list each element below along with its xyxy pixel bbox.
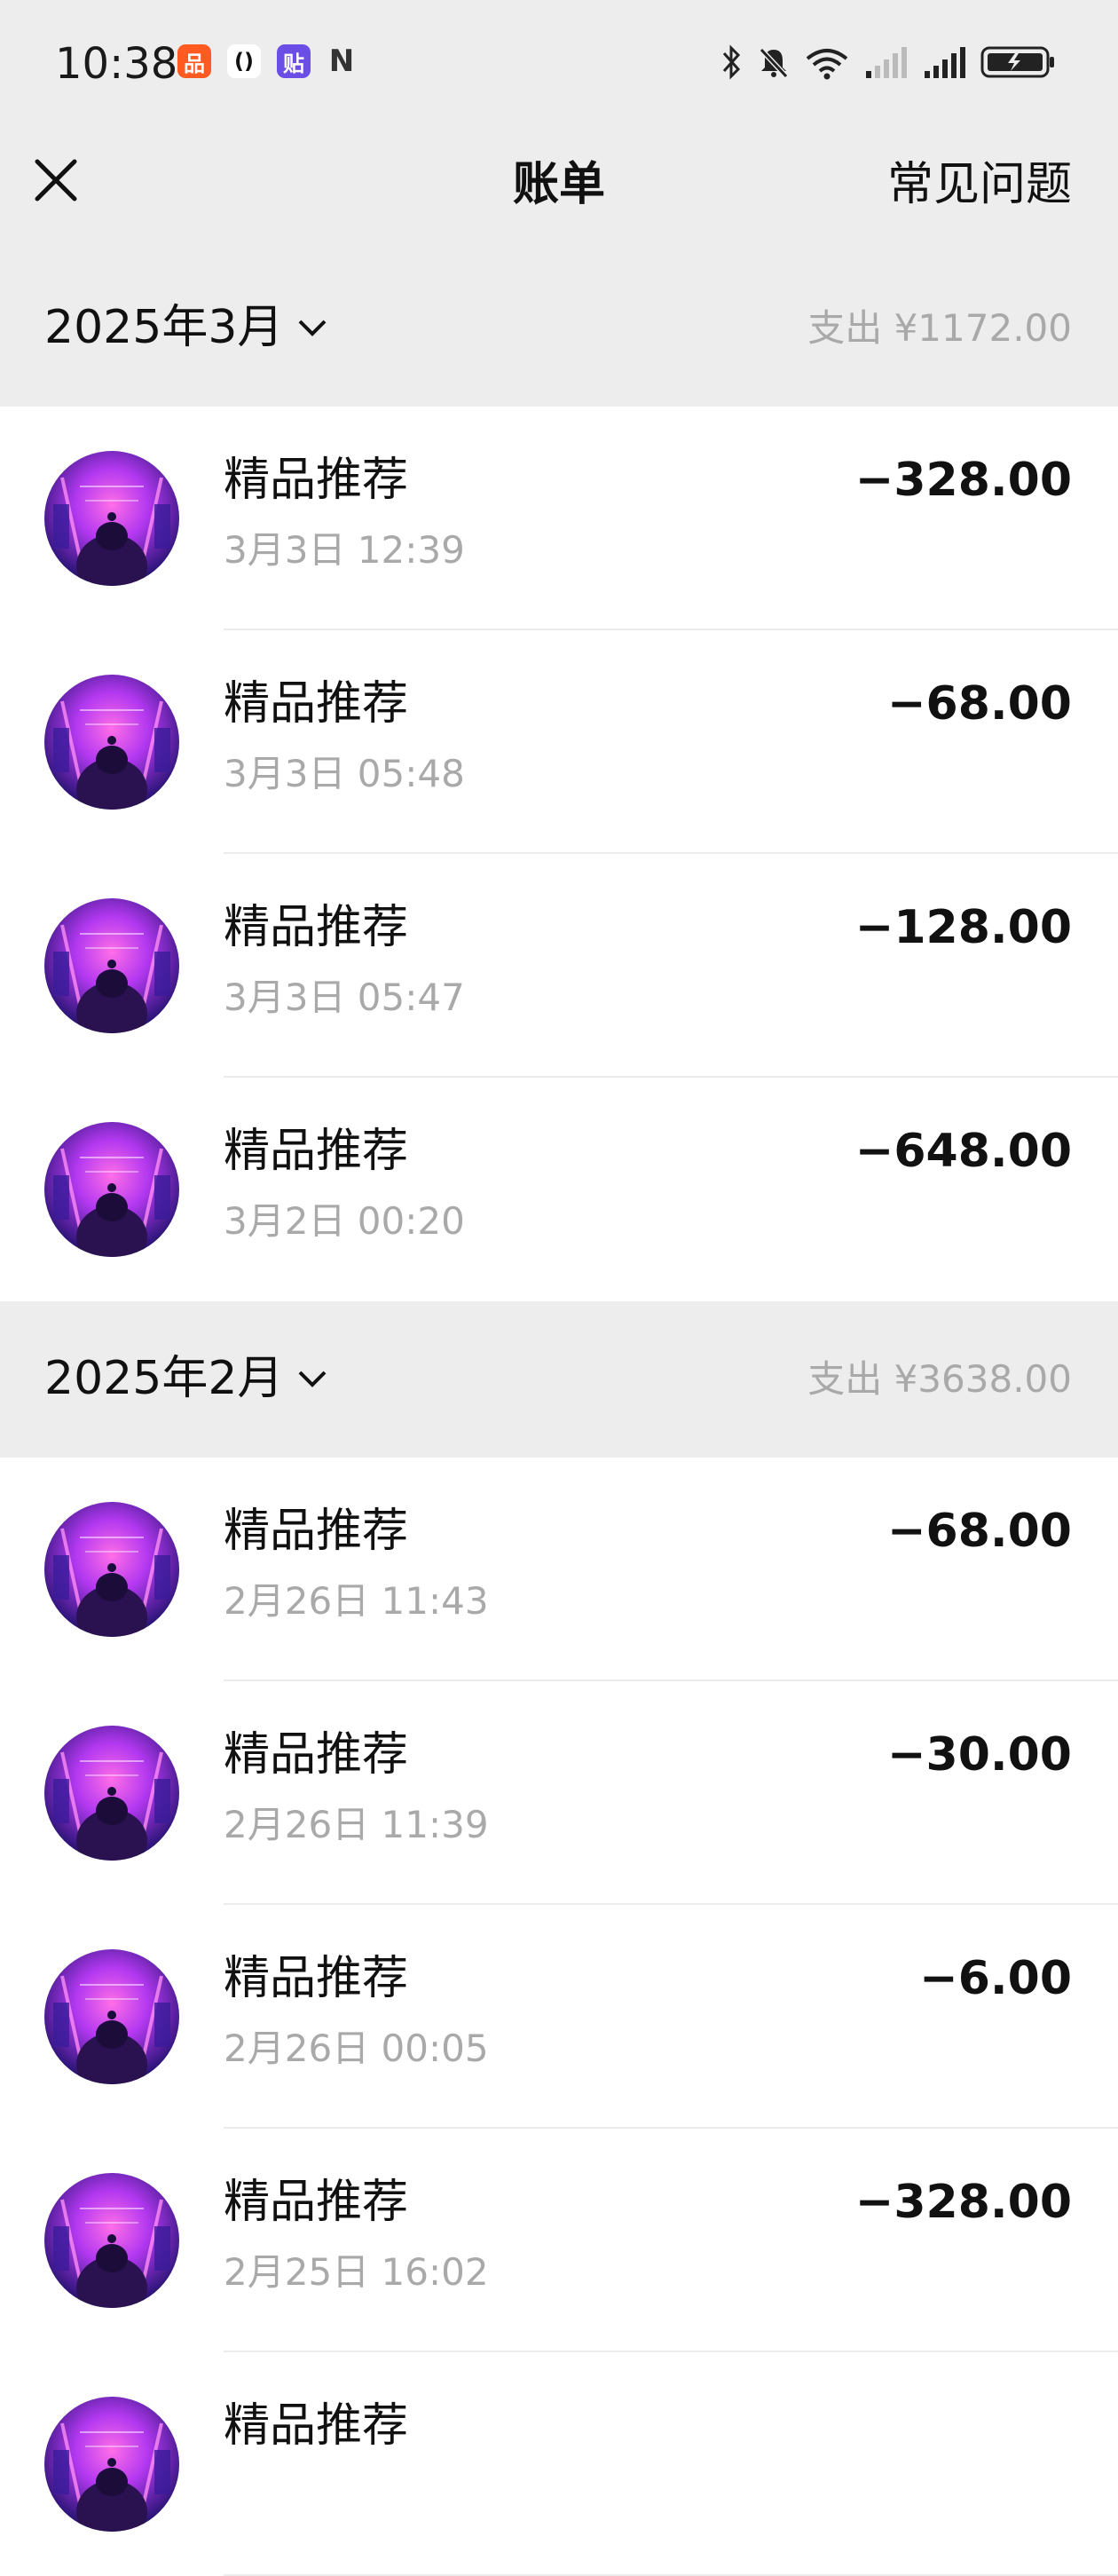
transaction-amount: −68.00: [886, 1505, 1072, 1558]
transaction-row[interactable]: 精品推荐 3月3日 12:39 −328.00: [0, 407, 1118, 630]
merchant-avatar: [44, 451, 179, 586]
transaction-time: 2月26日 11:43: [224, 1579, 489, 1623]
transaction-amount: −328.00: [854, 2176, 1072, 2229]
transaction-row[interactable]: 精品推荐: [0, 2352, 1118, 2576]
system-status-icons: [720, 41, 1056, 83]
merchant-avatar: [44, 1502, 179, 1637]
transaction-row[interactable]: 精品推荐 2月25日 16:02 −328.00: [0, 2129, 1118, 2352]
transaction-row[interactable]: 精品推荐 3月3日 05:48 −68.00: [0, 630, 1118, 854]
transaction-title: 精品推荐: [224, 1125, 409, 1178]
status-bar: 10:38 品 () 贴 N: [0, 0, 1118, 124]
chevron-down-icon: [299, 1371, 327, 1387]
transaction-time: 3月3日 12:39: [224, 528, 465, 572]
merchant-avatar: [44, 1726, 179, 1861]
chevron-down-icon: [299, 320, 327, 336]
transaction-time: 3月3日 05:47: [224, 976, 465, 1019]
status-time: 10:38: [55, 39, 178, 89]
month-expense-total: 支出 ¥1172.00: [807, 306, 1072, 350]
signal-2-icon: [925, 47, 965, 78]
merchant-avatar: [44, 898, 179, 1033]
transaction-row[interactable]: 精品推荐 2月26日 11:43 −68.00: [0, 1458, 1118, 1681]
transaction-row[interactable]: 精品推荐 2月26日 00:05 −6.00: [0, 1905, 1118, 2129]
transaction-row[interactable]: 精品推荐 2月26日 11:39 −30.00: [0, 1681, 1118, 1905]
transaction-row[interactable]: 精品推荐 3月3日 05:47 −128.00: [0, 854, 1118, 1078]
transaction-amount: −68.00: [886, 677, 1072, 731]
signal-1-icon: [866, 47, 907, 78]
transaction-title: 精品推荐: [224, 901, 409, 954]
transaction-row[interactable]: 精品推荐 3月2日 00:20 −648.00: [0, 1078, 1118, 1301]
transaction-title: 精品推荐: [224, 454, 409, 507]
xiaohongshu-app-icon: 品: [177, 44, 211, 78]
mute-icon: [759, 47, 789, 79]
faq-link[interactable]: 常见问题: [887, 154, 1072, 215]
bluetooth-icon: [722, 44, 741, 80]
merchant-avatar: [44, 1949, 179, 2084]
merchant-avatar: [44, 2173, 179, 2308]
transaction-time: 2月26日 00:05: [224, 2027, 489, 2070]
transaction-title: 精品推荐: [224, 1505, 409, 1558]
transaction-title: 精品推荐: [224, 1728, 409, 1782]
transaction-title: 精品推荐: [224, 677, 409, 731]
merchant-avatar: [44, 2397, 179, 2532]
month-selector[interactable]: 2025年2月: [44, 1347, 327, 1410]
month-expense-total: 支出 ¥3638.00: [807, 1357, 1072, 1401]
month-header[interactable]: 2025年2月 支出 ¥3638.00: [0, 1301, 1118, 1458]
bracket-app-icon: (): [227, 44, 261, 78]
transaction-amount: −30.00: [886, 1728, 1072, 1782]
transaction-amount: −6.00: [919, 1952, 1072, 2005]
top-nav-bar: 账单 常见问题: [0, 124, 1118, 251]
transaction-amount: −128.00: [854, 901, 1072, 954]
transaction-title: 精品推荐: [224, 1952, 409, 2005]
transaction-time: 3月2日 00:20: [224, 1199, 465, 1243]
transaction-amount: −648.00: [854, 1125, 1072, 1178]
merchant-avatar: [44, 675, 179, 810]
transaction-time: 2月25日 16:02: [224, 2250, 489, 2294]
month-selector[interactable]: 2025年3月: [44, 296, 327, 359]
transaction-time: 3月3日 05:48: [224, 752, 465, 795]
month-label: 2025年2月: [44, 1352, 284, 1405]
wifi-icon: [806, 49, 848, 80]
transaction-title: 精品推荐: [224, 2399, 409, 2453]
nfc-icon: N: [328, 43, 355, 79]
transaction-title: 精品推荐: [224, 2176, 409, 2229]
merchant-avatar: [44, 1122, 179, 1257]
transaction-time: 2月26日 11:39: [224, 1803, 489, 1846]
tieba-app-icon: 贴: [277, 44, 311, 78]
transaction-amount: −328.00: [854, 454, 1072, 507]
battery-charging-icon: [980, 46, 1054, 78]
month-header[interactable]: 2025年3月 支出 ¥1172.00: [0, 250, 1118, 407]
month-label: 2025年3月: [44, 301, 284, 354]
